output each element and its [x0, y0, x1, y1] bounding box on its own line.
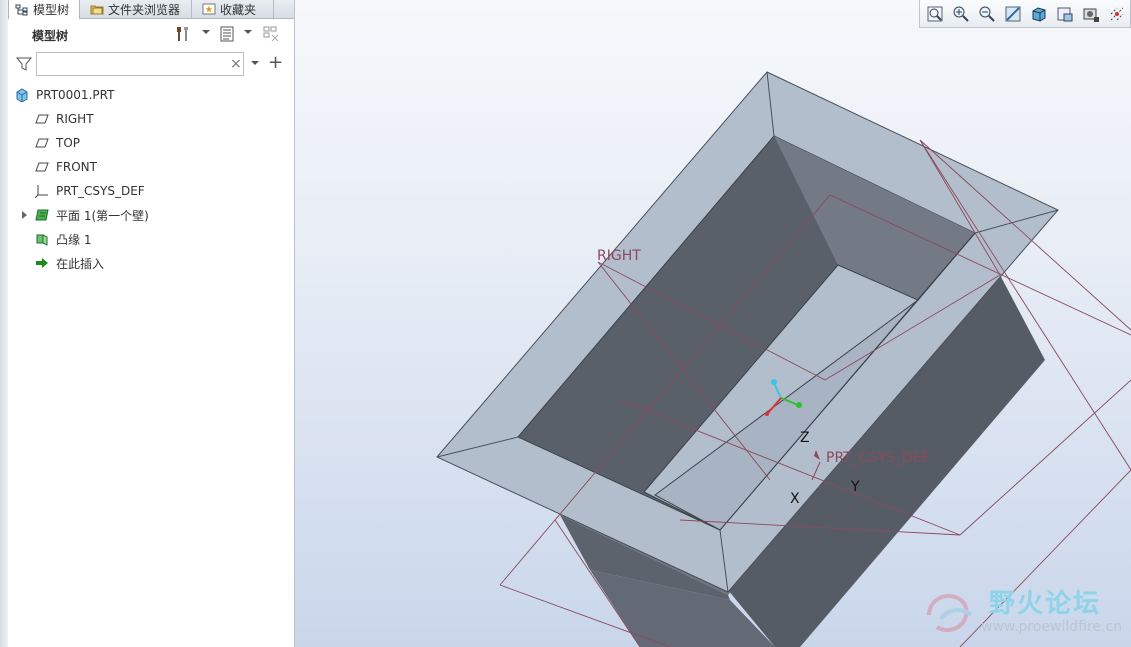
axis-label-y: Y — [850, 479, 860, 495]
model-tree-icon — [15, 4, 28, 15]
tree-item-label: 凸缘 1 — [56, 232, 92, 247]
tab-label: 模型树 — [33, 3, 70, 17]
datum-plane-icon — [35, 162, 49, 172]
show-options-icon[interactable] — [218, 25, 236, 43]
add-filter-icon[interactable]: + — [268, 52, 283, 73]
settings-dropdown-arrow[interactable] — [202, 30, 210, 34]
insert-here-icon — [36, 258, 48, 268]
datum-plane-icon — [35, 138, 49, 148]
zoom-in-icon[interactable] — [952, 5, 970, 23]
filter-icon[interactable] — [16, 56, 32, 72]
csys-icon — [34, 185, 48, 198]
view-toolbar — [919, 0, 1131, 28]
panel-edge — [0, 0, 8, 647]
model-tree-panel: 模型树 文件夹浏览器 收藏夹 模型树 × + PRT0001.PRT RIGHT… — [0, 0, 295, 647]
tree-item-label: 在此插入 — [56, 256, 105, 271]
tree-item-right[interactable]: RIGHT — [34, 108, 94, 130]
datum-display-icon[interactable] — [1108, 5, 1126, 23]
saved-views-icon[interactable] — [1056, 5, 1074, 23]
tab-label: 收藏夹 — [220, 2, 257, 17]
tree-item-label: TOP — [56, 136, 81, 150]
panel-header: 模型树 — [12, 22, 290, 48]
axis-label-x: X — [790, 491, 800, 507]
tree-item-insert-here[interactable]: 在此插入 — [34, 252, 104, 274]
tree-item-part[interactable]: PRT0001.PRT — [14, 84, 114, 106]
tab-favorites[interactable]: 收藏夹 — [196, 0, 274, 18]
tab-folder-browser[interactable]: 文件夹浏览器 — [84, 0, 192, 18]
tree-columns-icon[interactable] — [262, 25, 280, 43]
clear-search-icon[interactable]: × — [230, 56, 242, 72]
datum-label-right[interactable]: RIGHT — [597, 248, 641, 264]
tree-item-label: RIGHT — [56, 112, 94, 126]
panel-title: 模型树 — [32, 29, 69, 43]
view-manager-icon[interactable] — [1082, 5, 1100, 23]
tree-item-first-wall[interactable]: 平面 1(第一个壁) — [22, 204, 149, 226]
tree-item-csys[interactable]: PRT_CSYS_DEF — [34, 180, 145, 202]
flange-icon — [36, 234, 48, 246]
settings-tools-icon[interactable] — [174, 25, 192, 43]
tree-item-label: 平面 1(第一个壁) — [56, 208, 149, 223]
tree-item-label: FRONT — [56, 160, 97, 174]
show-dropdown-arrow[interactable] — [244, 30, 252, 34]
tree-item-front[interactable]: FRONT — [34, 156, 97, 178]
filter-row: × + — [12, 50, 290, 78]
tree-item-label: PRT_CSYS_DEF — [56, 184, 145, 198]
forum-watermark: 野火论坛 www.proewildfire.cn — [921, 579, 1123, 641]
navigator-tabs: 模型树 文件夹浏览器 收藏夹 — [8, 0, 294, 19]
expand-arrow-icon[interactable] — [22, 211, 27, 219]
datum-label-csys[interactable]: PRT_CSYS_DEF — [826, 450, 929, 466]
part-icon — [16, 88, 28, 102]
repaint-icon[interactable] — [1004, 5, 1022, 23]
display-style-icon[interactable] — [1030, 5, 1048, 23]
tree-item-flange[interactable]: 凸缘 1 — [34, 228, 91, 250]
tree-item-top[interactable]: TOP — [34, 132, 80, 154]
zoom-out-icon[interactable] — [978, 5, 996, 23]
watermark-url: www.proewildfire.cn — [981, 619, 1123, 635]
tab-model-tree[interactable]: 模型树 — [8, 0, 80, 19]
watermark-title: 野火论坛 — [989, 589, 1102, 619]
tab-label: 文件夹浏览器 — [108, 2, 181, 17]
refit-icon[interactable] — [926, 5, 944, 23]
tree-item-label: PRT0001.PRT — [36, 88, 115, 102]
sheetmetal-wall-icon — [35, 209, 49, 221]
filter-dropdown-arrow[interactable] — [251, 61, 259, 65]
tree-search-input[interactable] — [36, 52, 244, 76]
favorites-icon — [202, 3, 216, 15]
folder-browser-icon — [90, 5, 104, 15]
model-scene[interactable]: RIGHT PRT_CSYS_DEF Z Y X — [295, 0, 1131, 647]
datum-plane-icon — [35, 114, 49, 124]
axis-label-z: Z — [800, 430, 810, 446]
watermark-logo-icon — [927, 594, 973, 633]
graphics-viewport[interactable]: RIGHT PRT_CSYS_DEF Z Y X 野火论坛 www.proewi… — [295, 0, 1131, 647]
